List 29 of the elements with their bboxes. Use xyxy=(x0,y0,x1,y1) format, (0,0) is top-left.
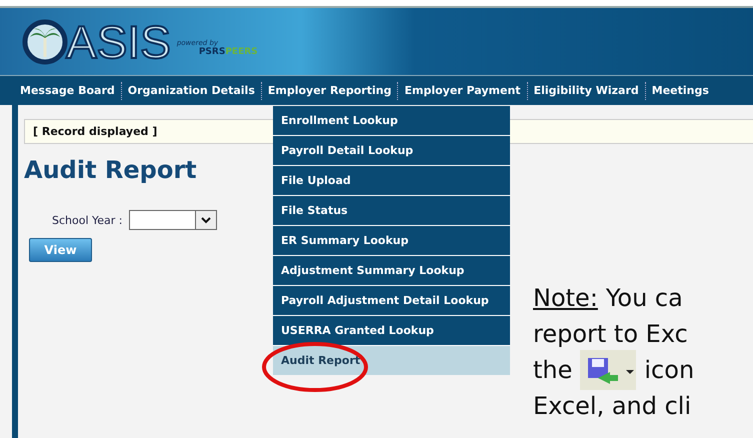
menu-item[interactable]: Payroll Adjustment Detail Lookup xyxy=(273,286,510,315)
menu-item[interactable]: File Status xyxy=(273,196,510,225)
nav-link[interactable]: Message Board xyxy=(14,84,121,97)
partner-logo-text: PSRSPEERS xyxy=(198,46,258,56)
nav-link[interactable]: Eligibility Wizard xyxy=(528,84,645,97)
note-text: Excel, and cli xyxy=(533,391,692,422)
menu-item[interactable]: Enrollment Lookup xyxy=(273,106,510,135)
menu-item[interactable]: File Upload xyxy=(273,166,510,195)
field-label: School Year : xyxy=(52,214,123,226)
note-label: Note: xyxy=(533,283,598,314)
menu-item[interactable]: Audit Report xyxy=(273,346,510,375)
note-text: the xyxy=(533,355,572,386)
menu-item[interactable]: ER Summary Lookup xyxy=(273,226,510,255)
logo-text: ASIS xyxy=(66,18,171,64)
nav-link[interactable]: Employer Payment xyxy=(398,84,527,97)
nav-link[interactable]: Meetings xyxy=(646,84,715,97)
note-text: icon xyxy=(644,355,694,386)
menu-item[interactable]: Payroll Detail Lookup xyxy=(273,136,510,165)
dropdown-chevron-icon xyxy=(194,211,216,229)
menu-item[interactable]: USERRA Granted Lookup xyxy=(273,316,510,345)
nav-link[interactable]: Organization Details xyxy=(122,84,261,97)
palm-tree-logo-icon xyxy=(22,18,68,64)
export-save-icon xyxy=(580,350,636,390)
menu-item[interactable]: Adjustment Summary Lookup xyxy=(273,256,510,285)
nav-link[interactable]: Employer Reporting xyxy=(262,84,398,97)
page-title: Audit Report xyxy=(24,156,197,184)
note-text: report to Exc xyxy=(533,319,688,350)
note-text: You ca xyxy=(606,283,683,314)
school-year-select[interactable] xyxy=(128,210,217,230)
